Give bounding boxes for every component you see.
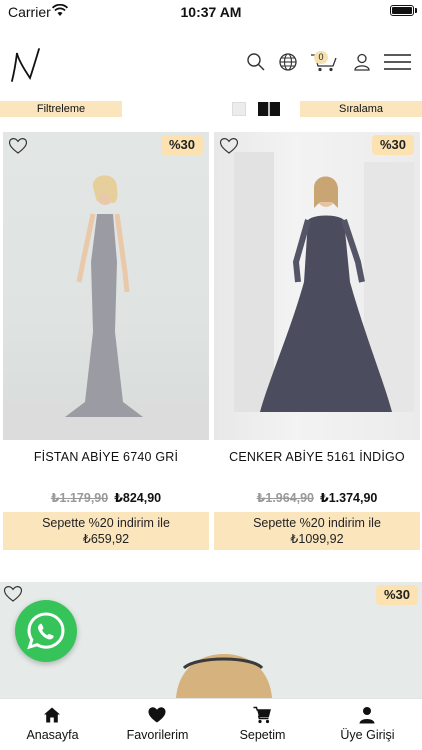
- product-name[interactable]: CENKER ABİYE 5161 İNDİGO: [214, 450, 420, 464]
- app-header: 0: [0, 40, 422, 90]
- product-image[interactable]: %30: [214, 132, 420, 440]
- filter-bar: Filtreleme Sıralama: [0, 100, 422, 118]
- discount-badge: %30: [372, 135, 414, 155]
- current-price: ₺824,90: [114, 491, 162, 505]
- price-row: ₺1.964,90 ₺1.374,90: [214, 490, 420, 505]
- tab-label: Üye Girişi: [340, 728, 395, 742]
- globe-icon[interactable]: [278, 52, 298, 72]
- promo-price: ₺1099,92: [290, 532, 344, 546]
- tab-label: Sepetim: [239, 728, 286, 742]
- basket-promo: Sepette %20 indirim ile ₺659,92: [3, 512, 209, 550]
- product-image[interactable]: %30: [3, 132, 209, 440]
- price-row: ₺1.179,90 ₺824,90: [3, 490, 209, 505]
- product-card[interactable]: %30 FİSTAN ABİYE 6740 GRİ ₺1.179,90 ₺824,…: [0, 132, 211, 552]
- brand-logo[interactable]: [8, 45, 44, 85]
- basket-promo: Sepette %20 indirim ile ₺1099,92: [214, 512, 420, 550]
- current-price: ₺1.374,90: [320, 491, 378, 505]
- search-icon[interactable]: [246, 52, 266, 72]
- tab-label: Favorilerim: [126, 728, 189, 742]
- clock: 10:37 AM: [180, 4, 242, 20]
- menu-icon[interactable]: [384, 52, 411, 72]
- grid-view-toggle-dark[interactable]: [258, 102, 280, 116]
- discount-badge: %30: [161, 135, 203, 155]
- old-price: ₺1.964,90: [256, 491, 314, 505]
- dress-photo: [3, 175, 209, 440]
- tab-favorites[interactable]: Favorilerim: [105, 699, 210, 750]
- sort-button[interactable]: Sıralama: [300, 101, 422, 117]
- old-price: ₺1.179,90: [50, 491, 109, 505]
- promo-text: Sepette %20 indirim ile: [42, 516, 170, 530]
- promo-text: Sepette %20 indirim ile: [253, 516, 381, 530]
- home-icon: [44, 707, 60, 723]
- cart-icon: [253, 706, 271, 724]
- grid-view-toggle-light[interactable]: [232, 102, 246, 116]
- user-icon: [359, 707, 375, 724]
- heart-icon: [148, 707, 166, 723]
- cart-count-badge: 0: [314, 51, 328, 64]
- product-name[interactable]: FİSTAN ABİYE 6740 GRİ: [3, 450, 209, 464]
- tab-member-login[interactable]: Üye Girişi: [315, 699, 420, 750]
- tab-cart[interactable]: Sepetim: [210, 699, 315, 750]
- dress-photo: [234, 152, 414, 412]
- tab-label: Anasayfa: [26, 728, 79, 742]
- bottom-tab-bar: Anasayfa Favorilerim Sepetim Üye Girişi: [0, 698, 422, 750]
- product-card[interactable]: %30 CENKER ABİYE 5161 İNDİGO ₺1.964,90 ₺1…: [211, 132, 422, 552]
- battery-icon: [390, 5, 417, 16]
- filter-button[interactable]: Filtreleme: [0, 101, 122, 117]
- two-column-icon: [268, 102, 270, 116]
- whatsapp-button[interactable]: [15, 600, 77, 662]
- whatsapp-icon: [27, 612, 65, 650]
- favorite-icon[interactable]: [220, 138, 238, 154]
- favorite-icon[interactable]: [9, 138, 27, 154]
- status-bar: Carrier 10:37 AM: [0, 0, 422, 24]
- user-icon[interactable]: [352, 52, 372, 72]
- tab-home[interactable]: Anasayfa: [0, 699, 105, 750]
- discount-badge: %30: [376, 585, 418, 605]
- promo-price: ₺659,92: [82, 532, 130, 546]
